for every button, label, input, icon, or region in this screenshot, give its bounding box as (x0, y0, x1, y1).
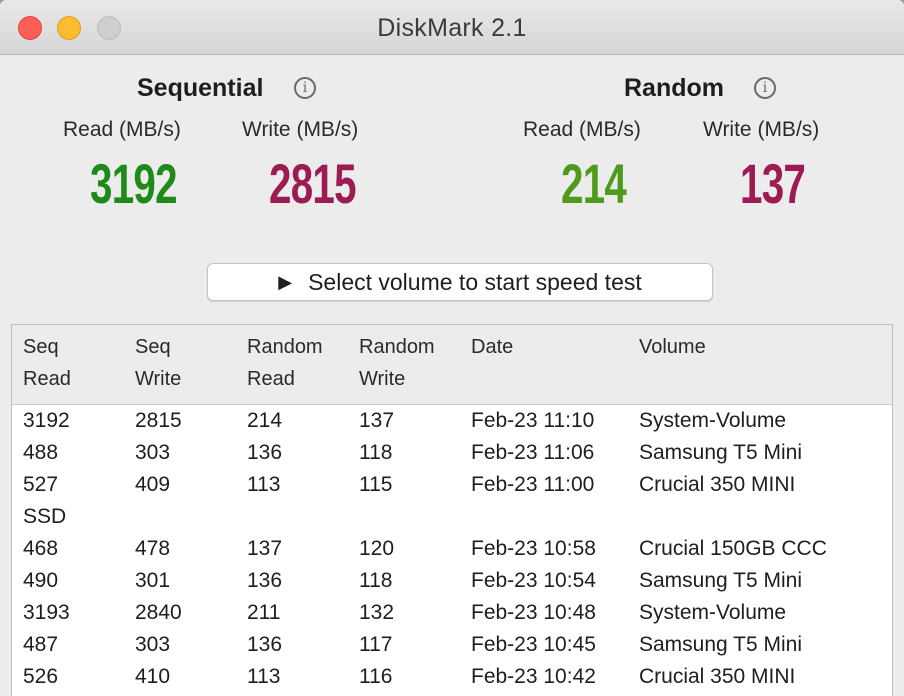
table-row[interactable]: 526 410 113 116 Feb-23 10:42 Crucial 350 MINI (12, 661, 892, 693)
column-header-volume[interactable]: Volume (639, 331, 706, 395)
sequential-read-label: Read (MB/s) (63, 118, 181, 141)
cell-random-write: 116 (359, 665, 393, 688)
cell-seq-read: 487 (23, 633, 59, 656)
column-header-seq-write[interactable]: Seq Write (135, 331, 181, 395)
cell-date: Feb-23 10:58 (471, 537, 596, 560)
cell-seq-write: 478 (135, 537, 171, 560)
cell-seq-write: 2840 (135, 601, 182, 624)
table-header: Seq Read Seq Write Random Read Random Write Date… (12, 325, 892, 405)
sequential-title: Sequential (137, 74, 264, 102)
table-row[interactable]: 527 409 113 115 Feb-23 11:00 Crucial 350 MINI (12, 469, 892, 501)
table-row[interactable]: 468 478 137 120 Feb-23 10:58 Crucial 150GB CC… (12, 533, 892, 565)
cell-seq-write: 409 (135, 473, 171, 496)
cell-seq-read: 3192 (23, 409, 70, 432)
column-header-date[interactable]: Date (471, 331, 513, 395)
cell-date: Feb-23 11:06 (471, 441, 595, 464)
column-header-line1: Volume (639, 336, 706, 358)
cell-date: Feb-23 11:10 (471, 409, 595, 432)
cell-random-read: 113 (247, 473, 281, 496)
cell-random-read: 214 (247, 409, 283, 432)
cell-volume: Crucial 150GB CCC (639, 537, 827, 560)
cell-seq-write: 303 (135, 441, 171, 464)
table-row[interactable]: 487 303 136 117 Feb-23 10:45 Samsung T5 Mini (12, 629, 892, 661)
column-header-line1: Date (471, 336, 514, 358)
column-header-line1: Seq (135, 336, 171, 358)
cell-random-write: 132 (359, 601, 395, 624)
table-row[interactable]: SSD (12, 501, 892, 533)
random-read-label: Read (MB/s) (523, 118, 641, 141)
cell-seq-read: 490 (23, 569, 59, 592)
cell-seq-write: 410 (135, 665, 171, 688)
start-button-label: Select volume to start speed test (308, 268, 642, 295)
column-header-line1: Random (247, 336, 323, 358)
window-title: DiskMark 2.1 (377, 14, 527, 42)
cell-random-write: 120 (359, 537, 395, 560)
sequential-read-value: 3192 (90, 152, 178, 215)
sequential-info-icon[interactable]: i (294, 77, 316, 99)
table-row[interactable]: 488 303 136 118 Feb-23 11:06 Samsung T5 Mini (12, 437, 892, 469)
cell-random-read: 137 (247, 537, 283, 560)
sequential-write-label: Write (MB/s) (242, 118, 359, 141)
title-bar: DiskMark 2.1 (0, 0, 904, 55)
random-write-value: 137 (740, 152, 806, 215)
cell-random-read: 136 (247, 633, 283, 656)
cell-random-write: 118 (359, 441, 393, 464)
column-header-line2: Write (135, 368, 182, 390)
play-icon: ▶ (278, 271, 293, 292)
cell-volume: System-Volume (639, 409, 787, 432)
cell-random-write: 118 (359, 569, 393, 592)
column-header-seq-read[interactable]: Seq Read (23, 331, 71, 395)
cell-seq-read: 3193 (23, 601, 70, 624)
column-header-random-read[interactable]: Random Read (247, 331, 323, 395)
column-header-line2 (639, 363, 706, 395)
cell-volume: Samsung T5 Mini (639, 569, 803, 592)
cell-random-read: 136 (247, 569, 283, 592)
cell-volume: System-Volume (639, 601, 787, 624)
cell-volume: Samsung T5 Mini (639, 441, 803, 464)
column-header-random-write[interactable]: Random Write (359, 331, 435, 395)
table-row[interactable]: 3193 2840 211 132 Feb-23 10:48 System-Volume (12, 597, 892, 629)
random-read-value: 214 (561, 152, 627, 215)
column-header-line2 (471, 363, 513, 395)
cell-seq-read: SSD (23, 505, 67, 528)
cell-date: Feb-23 10:45 (471, 633, 596, 656)
cell-random-write: 137 (359, 409, 395, 432)
cell-random-read: 136 (247, 441, 283, 464)
cell-random-write: 115 (359, 473, 393, 496)
cell-date: Feb-23 10:54 (471, 569, 596, 592)
cell-date: Feb-23 10:48 (471, 601, 596, 624)
cell-volume: Crucial 350 MINI (639, 473, 796, 496)
cell-random-read: 113 (247, 665, 281, 688)
cell-random-read: 211 (247, 601, 281, 624)
cell-volume: Samsung T5 Mini (639, 633, 803, 656)
random-write-label: Write (MB/s) (703, 118, 820, 141)
random-info-icon[interactable]: i (754, 77, 776, 99)
cell-seq-write: 2815 (135, 409, 182, 432)
results-table[interactable]: Seq Read Seq Write Random Read Random Write Date… (11, 324, 893, 696)
column-header-line1: Seq (23, 336, 59, 358)
cell-date: Feb-23 10:42 (471, 665, 596, 688)
column-header-line1: Random (359, 336, 435, 358)
table-row[interactable]: 3192 2815 214 137 Feb-23 11:10 System-Volume (12, 405, 892, 437)
column-header-line2: Write (359, 368, 406, 390)
cell-volume: Crucial 350 MINI (639, 665, 796, 688)
start-speed-test-button[interactable]: ▶ Select volume to start speed test (207, 263, 713, 301)
cell-seq-write: 301 (135, 569, 171, 592)
random-title: Random (624, 74, 724, 102)
cell-seq-write: 303 (135, 633, 171, 656)
app-window: DiskMark 2.1 Sequential i Read (MB/s) Wr… (0, 0, 904, 696)
column-header-line2: Read (23, 368, 71, 390)
cell-seq-read: 468 (23, 537, 59, 560)
cell-seq-read: 526 (23, 665, 59, 688)
cell-random-write: 117 (359, 633, 393, 656)
column-header-line2: Read (247, 368, 295, 390)
cell-seq-read: 527 (23, 473, 59, 496)
table-row[interactable]: 490 301 136 118 Feb-23 10:54 Samsung T5 Mini (12, 565, 892, 597)
sequential-write-value: 2815 (269, 152, 357, 215)
cell-seq-read: 488 (23, 441, 59, 464)
cell-date: Feb-23 11:00 (471, 473, 595, 496)
